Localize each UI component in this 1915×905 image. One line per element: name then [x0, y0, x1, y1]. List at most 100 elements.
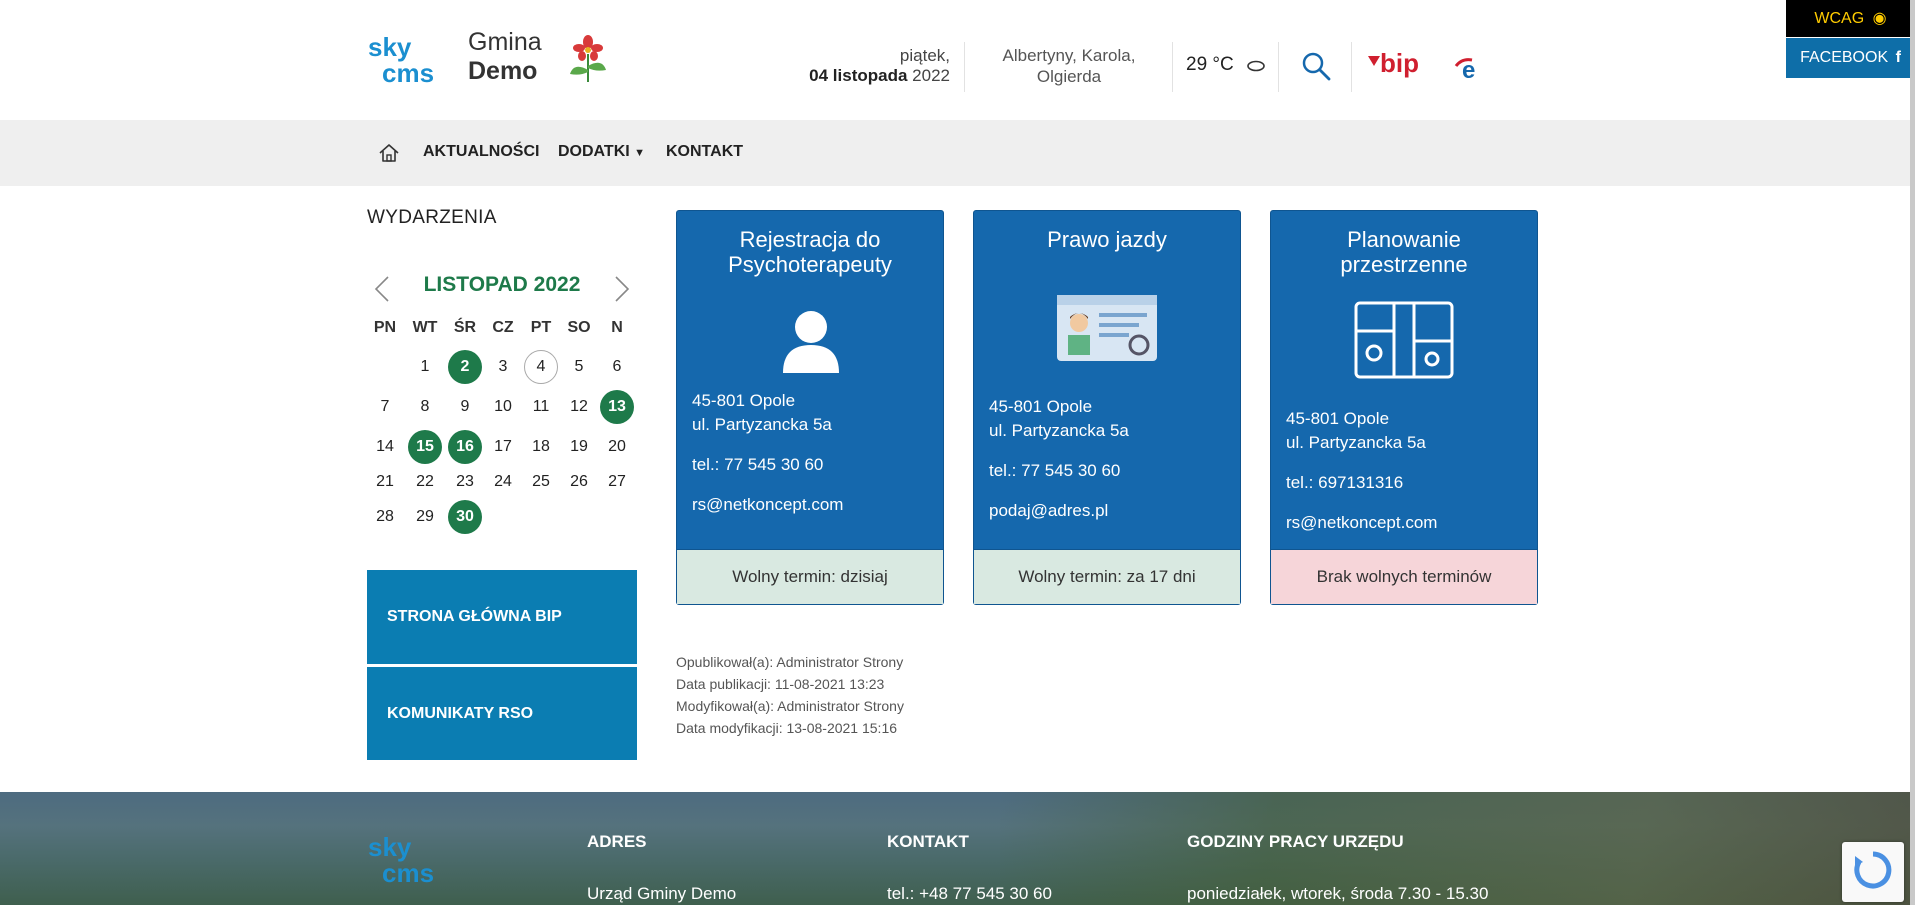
skycms-logo[interactable]: sky cms [368, 34, 448, 86]
card-details: 45-801 Opole ul. Partyzancka 5a tel.: 77 … [989, 395, 1129, 539]
recaptcha-badge[interactable] [1842, 842, 1904, 902]
calendar-day[interactable]: 17 [486, 430, 520, 464]
card-phone: tel.: 697131316 [1286, 473, 1404, 492]
header [0, 0, 1915, 120]
footer-skycms-logo[interactable]: sky cms [368, 834, 448, 886]
publication-meta: Opublikował(a): Administrator Strony Dat… [676, 651, 904, 739]
footer-contact-phone[interactable]: tel.: +48 77 545 30 60 [887, 884, 1052, 904]
calendar-day[interactable]: 3 [486, 350, 520, 384]
divider [1278, 42, 1279, 92]
calendar-day[interactable]: 25 [524, 465, 558, 499]
calendar-day[interactable]: 24 [486, 465, 520, 499]
footer-hours-line: poniedziałek, wtorek, środa 7.30 - 15.30 [1187, 884, 1489, 903]
facebook-button[interactable]: FACEBOOK f [1786, 38, 1915, 78]
nav-item-dodatki[interactable]: DODATKI ▼ [558, 143, 645, 161]
calendar-day[interactable]: 8 [408, 390, 442, 424]
calendar-day[interactable]: 19 [562, 430, 596, 464]
search-icon[interactable] [1300, 50, 1332, 82]
calendar-day[interactable]: 28 [368, 500, 402, 534]
card-address-line1: 45-801 Opole [692, 391, 796, 410]
nav-item-dodatki-label: DODATKI [558, 143, 630, 160]
service-card[interactable]: Rejestracja do Psychoterapeuty 45-801 Op… [676, 210, 944, 605]
bip-label: bip [1380, 48, 1419, 78]
nav-item-kontakt[interactable]: KONTAKT [666, 143, 743, 161]
calendar-day[interactable]: 7 [368, 390, 402, 424]
name-day: Albertyny, Karola, Olgierda [1002, 46, 1136, 86]
calendar-day-header: N [611, 319, 623, 336]
calendar-day[interactable]: 18 [524, 430, 558, 464]
card-address-line1: 45-801 Opole [989, 397, 1093, 416]
modified-by: Modyfikował(a): Administrator Strony [676, 698, 904, 714]
main-nav [0, 120, 1910, 186]
card-phone: tel.: 77 545 30 60 [692, 455, 824, 474]
card-title: Prawo jazdy [1047, 227, 1167, 252]
calendar-day[interactable]: 16 [448, 430, 482, 464]
events-heading: WYDARZENIA [367, 207, 497, 228]
card-phone: tel.: 77 545 30 60 [989, 461, 1121, 480]
municipality-name-line2: Demo [468, 57, 538, 85]
calendar-day[interactable]: 1 [408, 350, 442, 384]
calendar-day-header: CZ [492, 319, 514, 336]
card-details: 45-801 Opole ul. Partyzancka 5a tel.: 77 … [692, 389, 843, 533]
temperature: 29 °C [1186, 54, 1234, 75]
bip-link[interactable]: bip [1366, 48, 1426, 82]
calendar-day[interactable]: 15 [408, 430, 442, 464]
chevron-left-icon[interactable] [372, 274, 392, 304]
rso-messages-button[interactable]: KOMUNIKATY RSO [367, 667, 637, 760]
card-email: rs@netkoncept.com [692, 495, 844, 514]
footer-address-heading: ADRES [587, 832, 647, 851]
calendar-day[interactable]: 26 [562, 465, 596, 499]
wcag-button[interactable]: WCAG ◉ [1786, 0, 1915, 37]
municipality-name[interactable]: Gmina Demo [468, 28, 542, 86]
card-address-line2: ul. Partyzancka 5a [692, 415, 832, 434]
calendar-day[interactable]: 14 [368, 430, 402, 464]
facebook-icon: f [1895, 49, 1901, 66]
calendar-day[interactable]: 20 [600, 430, 634, 464]
calendar-day[interactable]: 30 [448, 500, 482, 534]
scrollbar[interactable] [1910, 0, 1915, 905]
calendar-day[interactable]: 13 [600, 390, 634, 424]
cloud-icon [1247, 60, 1265, 72]
chevron-right-icon[interactable] [612, 274, 632, 304]
calendar-day[interactable]: 2 [448, 350, 482, 384]
footer-contact-heading: KONTAKT [887, 832, 969, 851]
published-by: Opublikował(a): Administrator Strony [676, 654, 904, 670]
calendar-day[interactable]: 4 [524, 350, 558, 384]
card-address-line2: ul. Partyzancka 5a [989, 421, 1129, 440]
calendar-day[interactable]: 21 [368, 465, 402, 499]
calendar-day-header: PN [373, 319, 397, 336]
service-card[interactable]: Planowanie przestrzenne 45-801 Opole ul. … [1270, 210, 1538, 605]
calendar-day[interactable]: 9 [448, 390, 482, 424]
calendar-month: LISTOPAD 2022 [423, 273, 581, 296]
e-service-icon[interactable]: e [1452, 52, 1486, 82]
divider [964, 42, 965, 92]
calendar-day[interactable]: 12 [562, 390, 596, 424]
calendar-day[interactable]: 11 [524, 390, 558, 424]
chevron-down-icon: ▼ [634, 147, 646, 159]
user-icon [783, 311, 839, 373]
calendar-day[interactable]: 23 [448, 465, 482, 499]
card-title: Planowanie przestrzenne [1340, 227, 1468, 277]
divider [1351, 42, 1352, 92]
published-date: Data publikacji: 11-08-2021 13:23 [676, 676, 885, 692]
calendar-day-header: SO [567, 319, 591, 336]
bip-home-button[interactable]: STRONA GŁÓWNA BIP [367, 570, 637, 664]
municipality-name-line1: Gmina [468, 28, 542, 56]
home-icon[interactable] [378, 142, 400, 164]
card-email: rs@netkoncept.com [1286, 513, 1438, 532]
footer-hours-heading: GODZINY PRACY URZĘDU [1187, 832, 1404, 851]
nav-item-aktualnosci[interactable]: AKTUALNOŚCI [423, 143, 539, 161]
calendar-day[interactable]: 29 [408, 500, 442, 534]
calendar-day[interactable]: 5 [562, 350, 596, 384]
calendar-day[interactable]: 10 [486, 390, 520, 424]
service-card[interactable]: Prawo jazdy 45-801 Opole ul. Partyzancka … [973, 210, 1241, 605]
modified-date: Data modyfikacji: 13-08-2021 15:16 [676, 720, 898, 736]
calendar-day-header: ŚR [453, 319, 477, 336]
calendar-day[interactable]: 27 [600, 465, 634, 499]
card-email: podaj@adres.pl [989, 501, 1109, 520]
card-title: Rejestracja do Psychoterapeuty [728, 227, 892, 277]
calendar-day[interactable]: 22 [408, 465, 442, 499]
footer-address-line: Urząd Gminy Demo [587, 884, 737, 903]
card-details: 45-801 Opole ul. Partyzancka 5a tel.: 697… [1286, 407, 1437, 551]
calendar-day[interactable]: 6 [600, 350, 634, 384]
